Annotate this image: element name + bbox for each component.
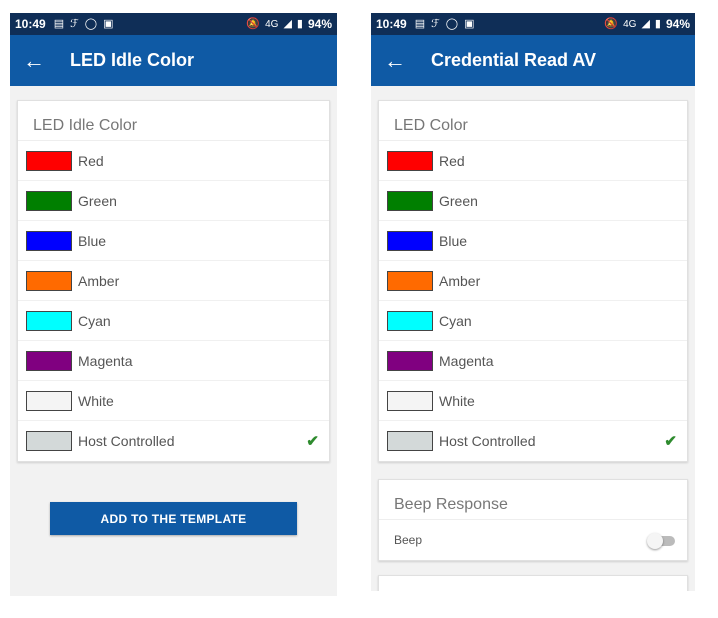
status-bar: 10:49 ▤ ℱ ◯ ▣ 🔕 4G ◢ ▮ 94%: [10, 13, 337, 35]
add-to-template-button[interactable]: ADD TO THE TEMPLATE: [50, 502, 297, 535]
phone-screen-led-idle-color: 10:49 ▤ ℱ ◯ ▣ 🔕 4G ◢ ▮ 94% ← LED Idle Co…: [10, 13, 337, 596]
color-swatch: [387, 431, 433, 451]
signal-icon: ◢: [641, 18, 650, 30]
beep-toggle[interactable]: [647, 533, 675, 549]
color-option-white[interactable]: White: [379, 381, 687, 421]
battery-percent: 94%: [665, 17, 690, 31]
color-label: Red: [78, 152, 104, 169]
color-option-amber[interactable]: Amber: [379, 261, 687, 301]
app-bar: ← LED Idle Color: [10, 35, 337, 86]
color-label: Blue: [78, 232, 107, 249]
color-list: Red Green Blue Amber Cyan Magenta White Host Co…: [18, 141, 329, 461]
color-option-cyan[interactable]: Cyan: [379, 301, 687, 341]
color-swatch: [387, 350, 433, 371]
color-swatch: [26, 431, 72, 451]
color-option-cyan[interactable]: Cyan: [18, 301, 329, 341]
color-label: Blue: [439, 232, 468, 249]
color-swatch: [26, 310, 72, 331]
color-option-blue[interactable]: Blue: [18, 221, 329, 261]
color-option-blue[interactable]: Blue: [379, 221, 687, 261]
color-list: Red Green Blue Amber Cyan Magenta White Host Co…: [379, 141, 687, 461]
color-swatch: [26, 150, 72, 171]
color-label: Magenta: [439, 352, 494, 369]
app-icon: ℱ: [431, 18, 440, 30]
color-swatch: [387, 230, 433, 251]
phone-screen-credential-read-av: 10:49 ▤ ℱ ◯ ▣ 🔕 4G ◢ ▮ 94% ← Credential …: [371, 13, 695, 591]
notification-icon: ▤: [414, 18, 426, 30]
color-label: White: [439, 392, 475, 409]
color-label: Host Controlled: [78, 433, 175, 449]
battery-icon: ▮: [654, 18, 661, 30]
mute-icon: 🔕: [604, 18, 619, 30]
page-title: Credential Read AV: [431, 50, 597, 70]
color-option-green[interactable]: Green: [18, 181, 329, 221]
status-time: 10:49: [376, 17, 407, 31]
led-color-card: LED Color Red Green Blue Amber Cyan Magenta Wh…: [378, 100, 688, 462]
color-option-host-controlled[interactable]: Host Controlled ✔: [379, 421, 687, 461]
network-label: 4G: [265, 18, 279, 30]
color-option-magenta[interactable]: Magenta: [379, 341, 687, 381]
gallery-icon: ▣: [103, 18, 114, 30]
beep-response-card: Beep Response Beep: [378, 479, 688, 561]
signal-icon: ◢: [283, 18, 292, 30]
color-label: Red: [439, 152, 465, 169]
color-option-red[interactable]: Red: [379, 141, 687, 181]
network-label: 4G: [623, 18, 637, 30]
color-swatch: [387, 310, 433, 331]
page-title: LED Idle Color: [70, 50, 195, 70]
color-swatch: [387, 190, 433, 211]
app-bar: ← Credential Read AV: [371, 35, 695, 86]
color-option-green[interactable]: Green: [379, 181, 687, 221]
beep-label: Beep: [394, 533, 423, 547]
color-swatch: [387, 150, 433, 171]
card-header: LED Color: [379, 101, 687, 141]
color-label: Cyan: [78, 312, 111, 329]
color-swatch: [26, 350, 72, 371]
color-swatch: [26, 190, 72, 211]
battery-percent: 94%: [307, 17, 332, 31]
checkmark-icon: ✔: [306, 433, 319, 450]
whatsapp-icon: ◯: [445, 18, 459, 30]
led-idle-color-card: LED Idle Color Red Green Blue Amber Cyan Mage…: [17, 100, 330, 462]
color-label: Amber: [439, 272, 481, 289]
color-label: Amber: [78, 272, 120, 289]
status-bar: 10:49 ▤ ℱ ◯ ▣ 🔕 4G ◢ ▮ 94%: [371, 13, 695, 35]
whatsapp-icon: ◯: [84, 18, 98, 30]
color-swatch: [387, 390, 433, 411]
card-header: Beep Response: [379, 480, 687, 520]
color-label: Cyan: [439, 312, 472, 329]
color-label: White: [78, 392, 114, 409]
mute-icon: 🔕: [246, 18, 261, 30]
color-swatch: [26, 390, 72, 411]
next-card: [378, 575, 688, 591]
beep-row: Beep: [379, 520, 687, 560]
card-header: LED Idle Color: [18, 101, 329, 141]
notification-icon: ▤: [53, 18, 65, 30]
color-option-magenta[interactable]: Magenta: [18, 341, 329, 381]
color-option-amber[interactable]: Amber: [18, 261, 329, 301]
color-label: Magenta: [78, 352, 133, 369]
color-label: Green: [439, 192, 478, 209]
color-swatch: [26, 270, 72, 291]
app-icon: ℱ: [70, 18, 79, 30]
color-label: Green: [78, 192, 117, 209]
color-swatch: [387, 270, 433, 291]
gallery-icon: ▣: [464, 18, 475, 30]
color-option-host-controlled[interactable]: Host Controlled ✔: [18, 421, 329, 461]
status-time: 10:49: [15, 17, 46, 31]
checkmark-icon: ✔: [664, 433, 677, 450]
back-arrow-icon[interactable]: ←: [10, 48, 58, 74]
battery-icon: ▮: [296, 18, 303, 30]
color-swatch: [26, 230, 72, 251]
color-option-red[interactable]: Red: [18, 141, 329, 181]
color-option-white[interactable]: White: [18, 381, 329, 421]
back-arrow-icon[interactable]: ←: [371, 48, 419, 74]
color-label: Host Controlled: [439, 433, 536, 449]
